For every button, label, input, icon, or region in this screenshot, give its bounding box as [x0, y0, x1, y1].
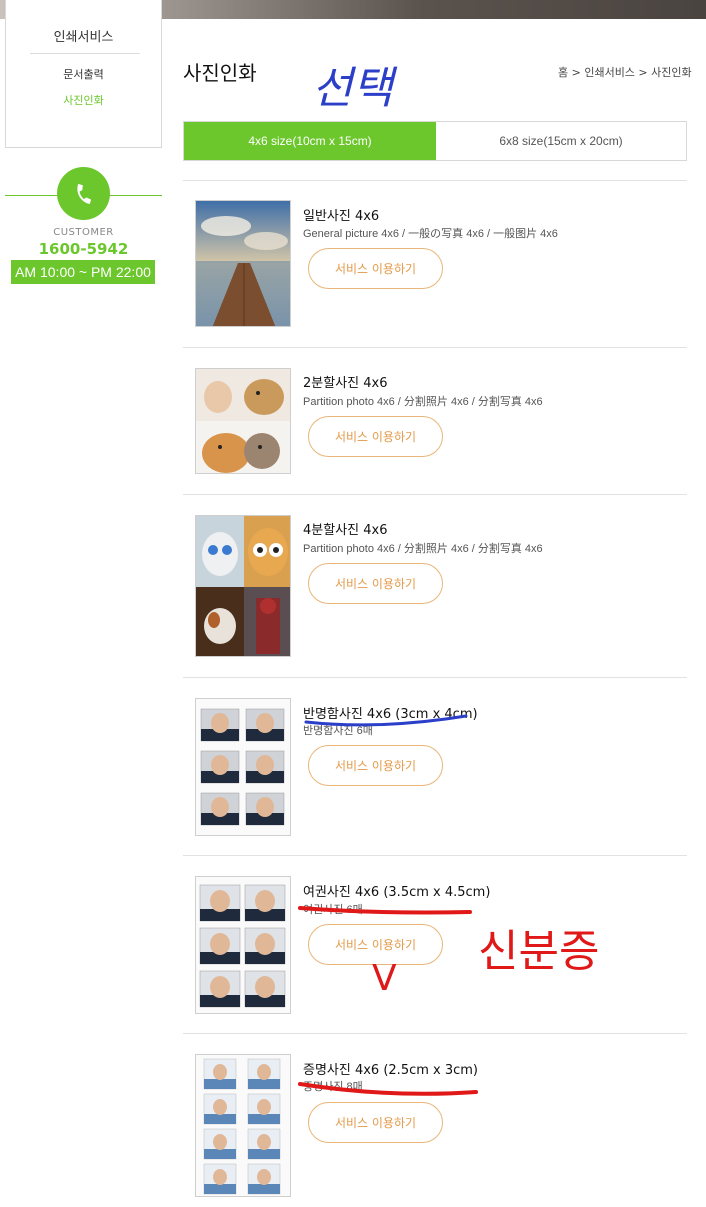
section-divider [183, 677, 687, 678]
page-title: 사진인화 [183, 61, 257, 85]
service-button[interactable]: 서비스 이용하기 [308, 248, 443, 289]
breadcrumb: 홈 > 인쇄서비스 > 사진인화 [558, 66, 692, 79]
product-title: 4분할사진 4x6 [303, 523, 388, 538]
service-button[interactable]: 서비스 이용하기 [308, 416, 443, 457]
product-subtitle: General picture 4x6 / 一般の写真 4x6 / 一般图片 4… [303, 228, 558, 240]
customer-phone: 1600-5942 [38, 240, 129, 258]
product-thumbnail-half-business[interactable] [195, 698, 291, 836]
product-title: 일반사진 4x6 [303, 209, 380, 224]
product-title: 2분할사진 4x6 [303, 376, 388, 391]
phone-icon [57, 167, 110, 220]
size-tabs: 4x6 size(10cm x 15cm) 6x8 size(15cm x 20… [183, 121, 687, 161]
service-button[interactable]: 서비스 이용하기 [308, 745, 443, 786]
product-thumbnail-id-photo[interactable] [195, 1054, 291, 1197]
product-title: 여권사진 4x6 (3.5cm x 4.5cm) [303, 885, 491, 900]
section-divider [183, 1033, 687, 1034]
service-button[interactable]: 서비스 이용하기 [308, 924, 443, 965]
product-thumbnail-2split[interactable] [195, 368, 291, 474]
sidebar-item-photo-print[interactable]: 사진인화 [6, 92, 161, 108]
product-thumbnail-general[interactable] [195, 200, 291, 327]
product-title: 반명함사진 4x6 (3cm x 4cm) [303, 707, 478, 722]
product-subtitle: 증명사진 8매 [303, 1081, 363, 1093]
sidebar-item-document-print[interactable]: 문서출력 [6, 66, 161, 82]
customer-label: CUSTOMER [53, 227, 114, 238]
service-button[interactable]: 서비스 이용하기 [308, 1102, 443, 1143]
section-divider [183, 180, 687, 181]
sidebar-divider [30, 53, 140, 54]
sidebar-menu: 인쇄서비스 문서출력 사진인화 [5, 0, 162, 148]
product-subtitle: 반명함사진 6매 [303, 725, 373, 737]
blue-handwritten-text: 선택 [312, 63, 397, 114]
service-button[interactable]: 서비스 이용하기 [308, 563, 443, 604]
customer-hours: AM 10:00 ~ PM 22:00 [11, 260, 155, 284]
product-title: 증명사진 4x6 (2.5cm x 3cm) [303, 1063, 479, 1078]
sidebar-title: 인쇄서비스 [53, 30, 114, 45]
section-divider [183, 347, 687, 348]
section-divider [183, 855, 687, 856]
product-thumbnail-4split[interactable] [195, 515, 291, 657]
product-thumbnail-passport[interactable] [195, 876, 291, 1014]
product-subtitle: Partition photo 4x6 / 分割照片 4x6 / 分割写真 4x… [303, 396, 543, 408]
red-handwritten-text: 신분증 [478, 926, 599, 977]
tab-6x8[interactable]: 6x8 size(15cm x 20cm) [436, 122, 686, 160]
product-subtitle: 여권사진 6매 [303, 904, 363, 916]
section-divider [183, 494, 687, 495]
product-subtitle: Partition photo 4x6 / 分割照片 4x6 / 分割写真 4x… [303, 543, 543, 555]
tab-4x6[interactable]: 4x6 size(10cm x 15cm) [184, 122, 436, 160]
